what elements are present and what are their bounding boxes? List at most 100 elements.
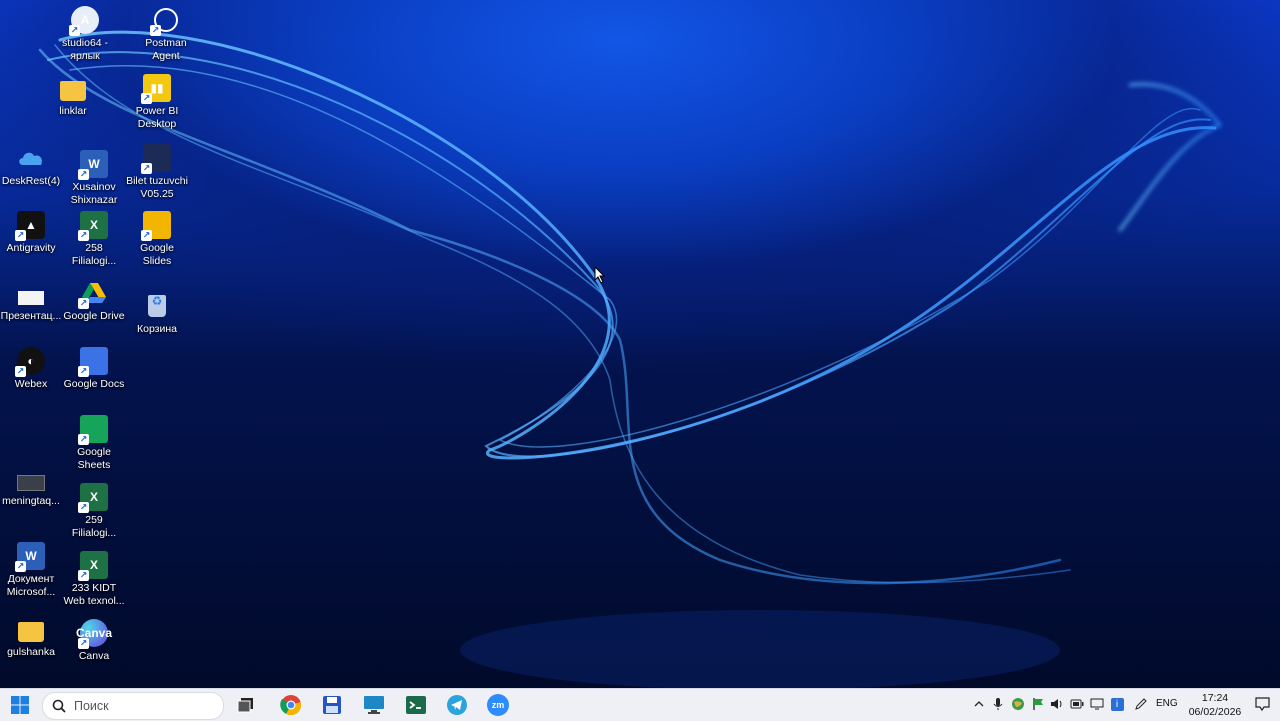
display-icon[interactable] [1090, 697, 1104, 711]
desktop-icon-webex[interactable]: ◐ ↗ Webex [0, 347, 63, 391]
google-docs-icon: ↗ [78, 347, 108, 377]
zoom-icon: zm [487, 694, 509, 716]
canva-icon: Canva ↗ [76, 619, 112, 649]
volume-icon[interactable] [1050, 697, 1064, 711]
flag-icon[interactable] [1031, 697, 1045, 711]
windows-logo-icon [11, 696, 29, 714]
folder-icon [59, 74, 87, 102]
telegram-icon [447, 695, 467, 715]
desktop-icon-label: linklar [59, 105, 87, 117]
desktop-icon-258[interactable]: X ↗ 258 Filialogi... [62, 211, 126, 268]
desktop-icon-antigravity[interactable]: ▲ ↗ Antigravity [0, 211, 63, 255]
desktop-icon-label: meningtaq... [2, 495, 60, 507]
desktop[interactable]: A ↗ studio64 - ярлык ↗ Postman Agent link… [0, 0, 1280, 688]
network-globe-icon[interactable] [1011, 697, 1025, 711]
onedrive-cloud-icon [17, 144, 45, 172]
battery-icon[interactable] [1070, 697, 1084, 711]
desktop-icon-label: Canva [78, 650, 110, 662]
excel-file-icon: X ↗ [78, 551, 108, 581]
desktop-icon-google-sheets[interactable]: ↗ Google Sheets [62, 415, 126, 472]
clock-date: 06/02/2026 [1188, 706, 1242, 718]
desktop-icon-postman[interactable]: ↗ Postman Agent [134, 6, 198, 63]
telegram-taskbar-button[interactable] [445, 693, 469, 717]
terminal-taskbar-button[interactable] [404, 693, 428, 717]
desktop-icon-meningtaq[interactable]: meningtaq... [0, 464, 63, 508]
desktop-icon-label: Документ Microsof... [6, 573, 56, 598]
desktop-icon-259[interactable]: X ↗ 259 Filialogi... [62, 483, 126, 540]
postman-icon: ↗ [150, 6, 180, 36]
desktop-icon-label: Презентац... [0, 310, 62, 322]
wallpaper-swirl [38, 30, 1223, 688]
desktop-icon-google-slides[interactable]: ↗ Google Slides [125, 211, 189, 268]
desktop-icon-233[interactable]: X ↗ 233 KIDT Web texnol... [62, 551, 126, 608]
task-view-icon [237, 698, 253, 713]
remote-desktop-taskbar-button[interactable] [362, 693, 386, 717]
save-app-taskbar-button[interactable] [320, 693, 344, 717]
word-document-icon: W ↗ [78, 150, 108, 180]
desktop-icon-label: Antigravity [6, 242, 56, 254]
taskbar: Поиск zm i ENG 17:24 06/02/2026 [0, 688, 1280, 721]
antigravity-icon: ▲ ↗ [15, 211, 45, 241]
task-view-button[interactable] [234, 693, 258, 717]
taskbar-search-box[interactable]: Поиск [42, 692, 224, 720]
clock-time: 17:24 [1201, 692, 1229, 704]
desktop-icon-powerbi[interactable]: ▮▮ ↗ Power BI Desktop [125, 74, 189, 131]
monitor-icon [364, 696, 384, 714]
desktop-icon-label: Google Sheets [77, 446, 111, 471]
desktop-icon-prezentatsiya[interactable]: Презентац... [0, 279, 63, 323]
desktop-icon-deskrest[interactable]: DeskRest(4) [0, 144, 63, 188]
input-language-indicator[interactable]: ENG [1156, 698, 1178, 709]
desktop-icon-label: 258 Filialogi... [71, 242, 117, 267]
terminal-icon [406, 696, 426, 714]
notifications-icon[interactable] [1254, 696, 1270, 712]
desktop-icon-label: Postman Agent [145, 37, 187, 62]
desktop-icon-xusainov[interactable]: W ↗ Xusainov Shixnazar [62, 150, 126, 207]
recycle-bin-icon: ♻ [143, 292, 171, 320]
video-file-icon [17, 464, 45, 492]
floppy-disk-icon [323, 696, 341, 714]
desktop-icon-label: Google Drive [63, 310, 125, 322]
google-drive-icon: ↗ [78, 279, 108, 309]
mouse-cursor-icon [594, 266, 606, 284]
excel-file-icon: X ↗ [78, 211, 108, 241]
presentation-file-icon [17, 279, 45, 307]
desktop-icon-bilet[interactable]: ↗ Bilet tuzuvchi V05.25 [125, 144, 189, 201]
desktop-icon-label: Xusainov Shixnazar [70, 181, 118, 206]
desktop-icon-label: Power BI Desktop [135, 105, 179, 130]
folder-icon [17, 615, 45, 643]
desktop-icon-canva[interactable]: Canva ↗ Canva [62, 619, 126, 663]
desktop-icon-gulshanka[interactable]: gulshanka [0, 615, 63, 659]
desktop-icon-label: Google Slides [140, 242, 174, 267]
show-hidden-icons-chevron-icon[interactable] [972, 697, 986, 711]
desktop-icon-studio64[interactable]: A ↗ studio64 - ярлык [53, 6, 117, 63]
desktop-icon-linklar[interactable]: linklar [41, 74, 105, 118]
start-button[interactable] [8, 693, 32, 717]
desktop-icon-label: studio64 - ярлык [61, 37, 109, 62]
desktop-icon-dokument[interactable]: W ↗ Документ Microsof... [0, 542, 63, 599]
desktop-icon-label: Bilet tuzuvchi V05.25 [126, 175, 188, 200]
google-sheets-icon: ↗ [78, 415, 108, 445]
desktop-icon-label: 233 KIDT Web texnol... [63, 582, 125, 607]
desktop-icon-korzina[interactable]: ♻ Корзина [125, 292, 189, 336]
desktop-icon-google-drive[interactable]: ↗ Google Drive [62, 279, 126, 323]
desktop-icon-label: 259 Filialogi... [71, 514, 117, 539]
pen-icon[interactable] [1134, 697, 1148, 711]
desktop-icon-label: Webex [14, 378, 48, 390]
chrome-taskbar-button[interactable] [279, 693, 303, 717]
desktop-icon-google-docs[interactable]: ↗ Google Docs [62, 347, 126, 391]
zoom-taskbar-button[interactable]: zm [486, 693, 510, 717]
webex-icon: ◐ ↗ [15, 347, 45, 377]
search-icon [52, 699, 66, 713]
chrome-icon [280, 695, 302, 716]
studio-app-icon: A ↗ [69, 6, 99, 36]
desktop-icon-label: Google Docs [63, 378, 125, 390]
desktop-icon-label: gulshanka [7, 646, 55, 658]
excel-file-icon: X ↗ [78, 483, 108, 513]
info-app-icon[interactable]: i [1110, 697, 1124, 711]
word-document-icon: W ↗ [15, 542, 45, 572]
system-clock[interactable]: 17:24 06/02/2026 [1186, 691, 1244, 719]
desktop-icon-label: Корзина [137, 323, 177, 335]
google-slides-icon: ↗ [141, 211, 171, 241]
microphone-icon[interactable] [991, 697, 1005, 711]
search-placeholder: Поиск [74, 699, 109, 713]
